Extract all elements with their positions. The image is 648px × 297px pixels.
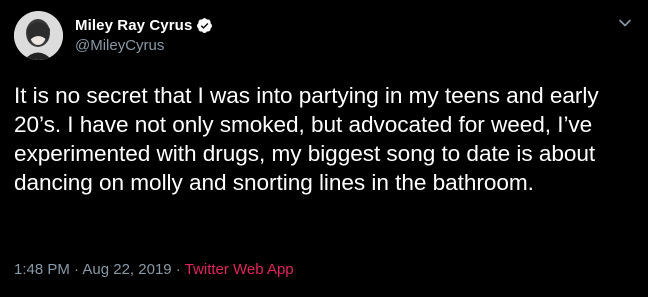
handle[interactable]: @MileyCyrus [75, 37, 213, 54]
tweet-source-link[interactable]: Twitter Web App [185, 261, 294, 278]
meta-separator: · [171, 261, 185, 278]
tweet-time[interactable]: 1:48 PM [14, 261, 70, 278]
tweet-meta: 1:48 PM · Aug 22, 2019 · Twitter Web App [14, 261, 294, 278]
tweet-card: Miley Ray Cyrus @MileyCyrus It is no sec… [0, 0, 648, 297]
tweet-header: Miley Ray Cyrus @MileyCyrus [14, 11, 213, 60]
name-row: Miley Ray Cyrus [75, 15, 213, 35]
display-name[interactable]: Miley Ray Cyrus [75, 17, 192, 34]
avatar[interactable] [14, 11, 63, 60]
author-names: Miley Ray Cyrus @MileyCyrus [75, 15, 213, 54]
chevron-down-icon[interactable] [618, 16, 632, 30]
tweet-date[interactable]: Aug 22, 2019 [82, 261, 171, 278]
meta-separator: · [69, 261, 83, 278]
tweet-text: It is no secret that I was into partying… [14, 83, 599, 195]
verified-badge-icon [197, 17, 213, 33]
